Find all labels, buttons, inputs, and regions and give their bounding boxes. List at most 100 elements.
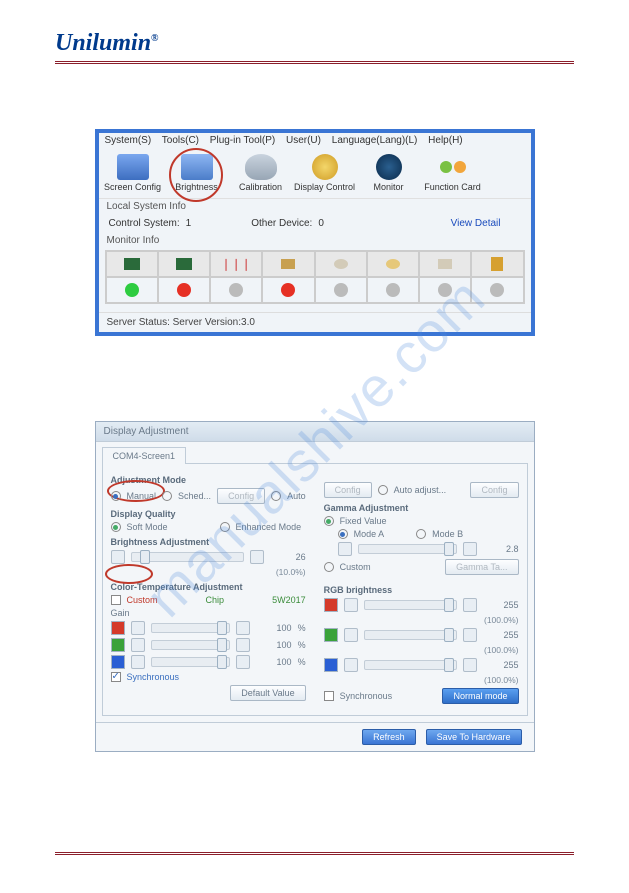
increment-button[interactable] (250, 550, 264, 564)
mon-head-icon (106, 251, 158, 277)
increment-button[interactable] (463, 542, 477, 556)
rgb-g-slider[interactable] (364, 630, 457, 640)
mon-status (158, 277, 210, 303)
system-info-row: Control System: 1 Other Device: 0 View D… (99, 214, 531, 233)
config-button[interactable]: Config (470, 482, 518, 498)
menu-tools[interactable]: Tools(C) (162, 135, 199, 146)
default-value-button[interactable]: Default Value (230, 685, 305, 701)
rgb-b-percent: (100.0%) (469, 675, 519, 685)
decrement-button[interactable] (131, 621, 145, 635)
increment-button[interactable] (236, 655, 250, 669)
radio-mode-a[interactable] (338, 529, 348, 539)
radio-custom[interactable] (324, 562, 334, 572)
swatch-g-icon (324, 628, 338, 642)
radio-label: Mode B (432, 529, 463, 539)
decrement-button[interactable] (344, 628, 358, 642)
monitor-grid: ❘❘❘ (105, 250, 525, 304)
radio-enhanced[interactable] (220, 522, 230, 532)
menu-help[interactable]: Help(H) (428, 135, 462, 146)
mon-head-icon (367, 251, 419, 277)
gamma-value: 2.8 (483, 544, 519, 554)
increment-button[interactable] (236, 638, 250, 652)
menu-language[interactable]: Language(Lang)(L) (332, 135, 418, 146)
save-button[interactable]: Save To Hardware (426, 729, 522, 745)
function-card-icon (437, 154, 469, 180)
rgb-r-slider[interactable] (364, 600, 457, 610)
mon-status (262, 277, 314, 303)
rgb-g-percent: (100.0%) (469, 645, 519, 655)
tool-label: Brightness (175, 182, 218, 192)
gain-label: Gain (111, 608, 306, 618)
decrement-button[interactable] (131, 638, 145, 652)
sync-label: Synchronous (340, 691, 393, 701)
config-button[interactable]: Config (324, 482, 372, 498)
decrement-button[interactable] (344, 598, 358, 612)
menu-system[interactable]: System(S) (105, 135, 152, 146)
control-system-label: Control System: (109, 218, 180, 229)
tool-brightness[interactable]: Brightness (165, 152, 229, 194)
gain-g-value: 100 (256, 640, 292, 650)
brightness-icon (181, 154, 213, 180)
brightness-slider[interactable] (131, 552, 244, 562)
top-rule (55, 61, 574, 64)
increment-button[interactable] (463, 598, 477, 612)
rgb-brightness-label: RGB brightness (324, 585, 519, 595)
tab-com4[interactable]: COM4-Screen1 (102, 447, 187, 464)
config-button[interactable]: Config (217, 488, 265, 504)
gain-r-slider[interactable] (151, 623, 230, 633)
brand-logo: Unilumin® (55, 30, 574, 57)
chip-label: Chip (164, 595, 267, 605)
sync-checkbox[interactable] (111, 672, 121, 682)
window-title: Display Adjustment (96, 422, 534, 442)
radio-sched[interactable] (162, 491, 172, 501)
mon-status (210, 277, 262, 303)
menubar[interactable]: System(S) Tools(C) Plug-in Tool(P) User(… (99, 133, 531, 148)
color-temp-label: Color-Temperature Adjustment (111, 582, 306, 592)
bottom-rule (55, 852, 574, 855)
calibration-icon (245, 154, 277, 180)
refresh-button[interactable]: Refresh (362, 729, 416, 745)
increment-button[interactable] (236, 621, 250, 635)
increment-button[interactable] (463, 628, 477, 642)
radio-label: Mode A (354, 529, 385, 539)
normal-mode-button[interactable]: Normal mode (442, 688, 518, 704)
decrement-button[interactable] (131, 655, 145, 669)
radio-auto-adjust[interactable] (378, 485, 388, 495)
radio-auto[interactable] (271, 491, 281, 501)
radio-label: Sched... (178, 491, 211, 501)
tool-screen-config[interactable]: Screen Config (101, 152, 165, 194)
decrement-button[interactable] (344, 658, 358, 672)
mon-head-icon (262, 251, 314, 277)
menu-user[interactable]: User(U) (286, 135, 321, 146)
decrement-button[interactable] (338, 542, 352, 556)
radio-fixed[interactable] (324, 516, 334, 526)
menu-plugin[interactable]: Plug-in Tool(P) (210, 135, 275, 146)
gain-b-slider[interactable] (151, 657, 230, 667)
gain-g-slider[interactable] (151, 640, 230, 650)
gamma-table-button[interactable]: Gamma Ta... (445, 559, 518, 575)
tool-monitor[interactable]: Monitor (357, 152, 421, 194)
mon-head-icon (471, 251, 523, 277)
rgb-b-slider[interactable] (364, 660, 457, 670)
mon-status (471, 277, 523, 303)
custom-label: Custom (127, 595, 158, 605)
gamma-slider[interactable] (358, 544, 457, 554)
view-detail-link[interactable]: View Detail (451, 218, 501, 229)
radio-label: Soft Mode (127, 522, 168, 532)
radio-label: Auto adjust... (394, 485, 447, 495)
decrement-button[interactable] (111, 550, 125, 564)
radio-mode-b[interactable] (416, 529, 426, 539)
tool-function-card[interactable]: Function Card (421, 152, 485, 194)
tool-calibration[interactable]: Calibration (229, 152, 293, 194)
radio-label: Custom (340, 562, 371, 572)
custom-checkbox[interactable] (111, 595, 121, 605)
tool-display-control[interactable]: Display Control (293, 152, 357, 194)
radio-manual[interactable] (111, 491, 121, 501)
radio-soft[interactable] (111, 522, 121, 532)
chip-value: 5W2017 (272, 595, 306, 605)
increment-button[interactable] (463, 658, 477, 672)
display-adjustment-window: Display Adjustment COM4-Screen1 Adjustme… (95, 421, 535, 752)
radio-label: Enhanced Mode (236, 522, 302, 532)
sync-checkbox[interactable] (324, 691, 334, 701)
tool-label: Display Control (294, 182, 355, 192)
